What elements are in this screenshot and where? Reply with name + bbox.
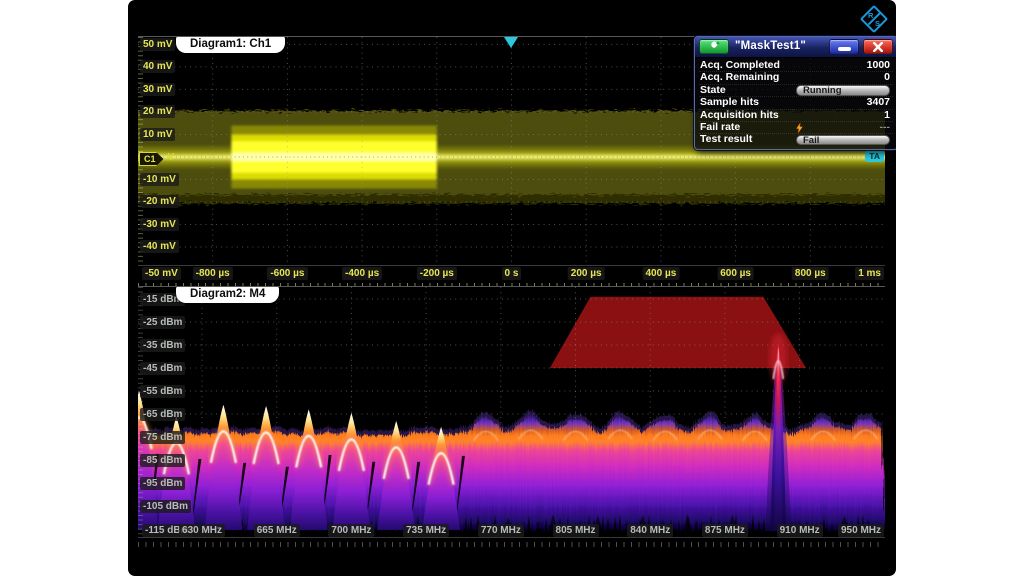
trigger-position-marker-icon[interactable] xyxy=(504,37,518,48)
state-badge: Running xyxy=(796,85,890,96)
axis-tick-label: 0 s xyxy=(502,267,522,280)
row-label: Acq. Remaining xyxy=(700,72,779,84)
row-label: Sample hits xyxy=(700,97,759,109)
axis-tick-label: -400 µs xyxy=(342,267,382,280)
axis-tick-label: 600 µs xyxy=(717,267,754,280)
dialog-tools-button[interactable] xyxy=(699,39,729,54)
logo-letter-r: R xyxy=(868,11,873,20)
row-value: 1000 xyxy=(867,60,890,72)
page-background: R S 50 mV40 mV30 mV2 xyxy=(0,0,1024,576)
dialog-title: "MaskTest1" xyxy=(735,40,806,52)
diagram2-plot[interactable]: -15 dBm-25 dBm-35 dBm-45 dBm-55 dBm-65 d… xyxy=(138,286,885,538)
masktest-dialog[interactable]: "MaskTest1" Acq. Completed 1000 Acq. Rem… xyxy=(694,36,896,150)
close-icon xyxy=(872,42,884,52)
minimize-icon xyxy=(838,47,851,51)
row-value: 3407 xyxy=(867,97,890,109)
row-label: Acq. Completed xyxy=(700,60,780,72)
row-label: Test result xyxy=(700,134,752,146)
wrench-icon xyxy=(708,40,721,53)
axis-tick-label: 1 ms xyxy=(855,267,884,280)
channel1-unit: V xyxy=(168,152,175,163)
diagram2-container: -15 dBm-25 dBm-35 dBm-45 dBm-55 dBm-65 d… xyxy=(138,286,885,562)
dialog-minimize-button[interactable] xyxy=(829,39,859,54)
oscilloscope-screen: R S 50 mV40 mV30 mV2 xyxy=(128,0,896,576)
axis-tick-label: 400 µs xyxy=(642,267,679,280)
logo-letter-s: S xyxy=(875,19,880,28)
spectrum-plot xyxy=(138,287,885,537)
diagram2-tab[interactable]: Diagram2: M4 xyxy=(176,286,279,303)
diagram1-tab[interactable]: Diagram1: Ch1 xyxy=(176,36,285,53)
axis-tick-label: 800 µs xyxy=(792,267,829,280)
diagram2-minor-ticks xyxy=(138,542,885,547)
dialog-row-sample-hits: Sample hits 3407 xyxy=(699,97,893,109)
row-label: Fail rate xyxy=(700,122,740,134)
axis-tick-label: -200 µs xyxy=(417,267,457,280)
channel1-tag: C1 xyxy=(139,152,164,166)
row-value: 1 xyxy=(884,110,890,122)
axis-tick-label: -600 µs xyxy=(267,267,307,280)
dialog-body: Acq. Completed 1000 Acq. Remaining 0 Sta… xyxy=(695,58,896,149)
row-label: State xyxy=(700,85,726,97)
axis-tick-label: -50 mV xyxy=(142,267,181,280)
axis-tick-label: -800 µs xyxy=(193,267,233,280)
row-value: 0 xyxy=(884,72,890,84)
axis-tick-label: 200 µs xyxy=(568,267,605,280)
dialog-row-test-result: Test result Fail xyxy=(699,134,893,145)
dialog-close-button[interactable] xyxy=(863,39,893,54)
diagram1-x-axis-labels: -50 mV -800 µs -600 µs -400 µs -200 µs 0 s 200… xyxy=(138,266,885,281)
channel1-marker[interactable]: C1 V xyxy=(139,149,174,167)
trigger-level-marker[interactable]: TA xyxy=(865,150,884,162)
dialog-row-acq-remaining: Acq. Remaining 0 xyxy=(699,72,893,84)
row-value: --- xyxy=(880,122,891,134)
dialog-titlebar[interactable]: "MaskTest1" xyxy=(695,37,896,58)
rohde-schwarz-logo: R S xyxy=(861,6,887,32)
lightning-icon xyxy=(796,123,803,133)
row-label: Acquisition hits xyxy=(700,110,779,122)
test-result-badge: Fail xyxy=(796,135,890,146)
